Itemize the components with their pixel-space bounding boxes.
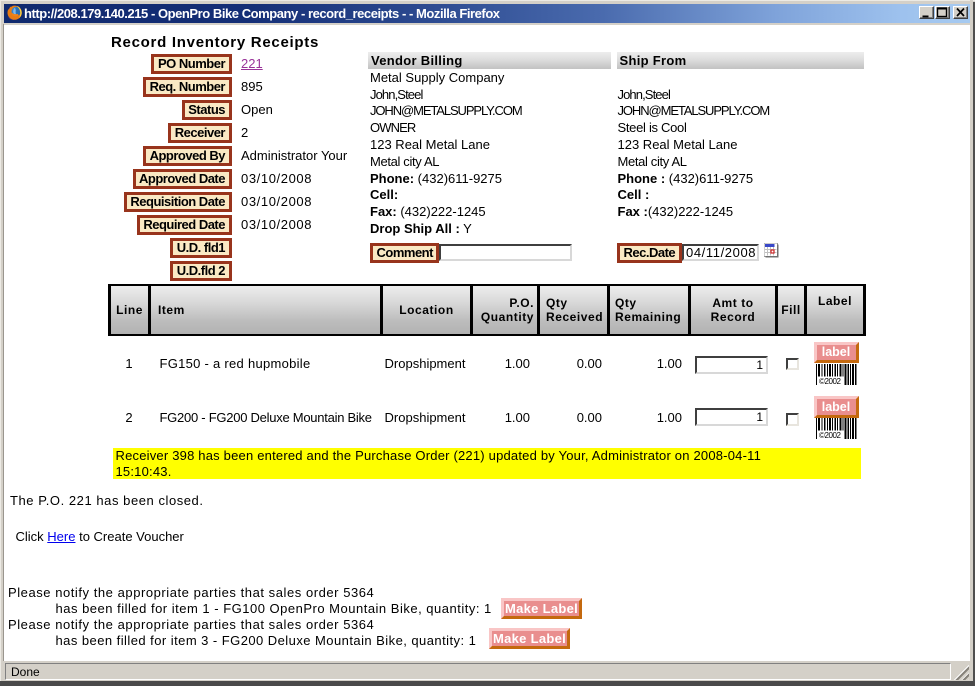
svg-text:©2002: ©2002 [819, 377, 842, 385]
svg-text:©2002: ©2002 [819, 431, 842, 439]
